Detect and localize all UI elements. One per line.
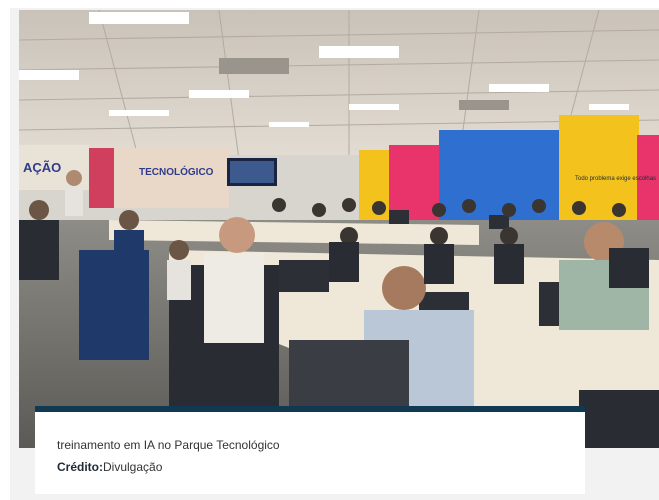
banner-right-text: Todo problema exige escolhas — [575, 176, 656, 182]
banner-center-text: TECNOLÓGICO — [139, 165, 214, 178]
image-caption-box: treinamento em IA no Parque Tecnológico … — [35, 412, 585, 494]
training-photo: AÇÃO TECNOLÓGICO Todo problema exige esc… — [19, 10, 659, 448]
banner-left-text: AÇÃO — [23, 160, 61, 175]
photo-illustration: AÇÃO TECNOLÓGICO Todo problema exige esc… — [19, 10, 659, 448]
credit-value: Divulgação — [103, 460, 163, 474]
image-caption: treinamento em IA no Parque Tecnológico — [57, 438, 280, 452]
image-credit: Crédito:Divulgação — [57, 460, 162, 474]
credit-label: Crédito: — [57, 460, 103, 474]
